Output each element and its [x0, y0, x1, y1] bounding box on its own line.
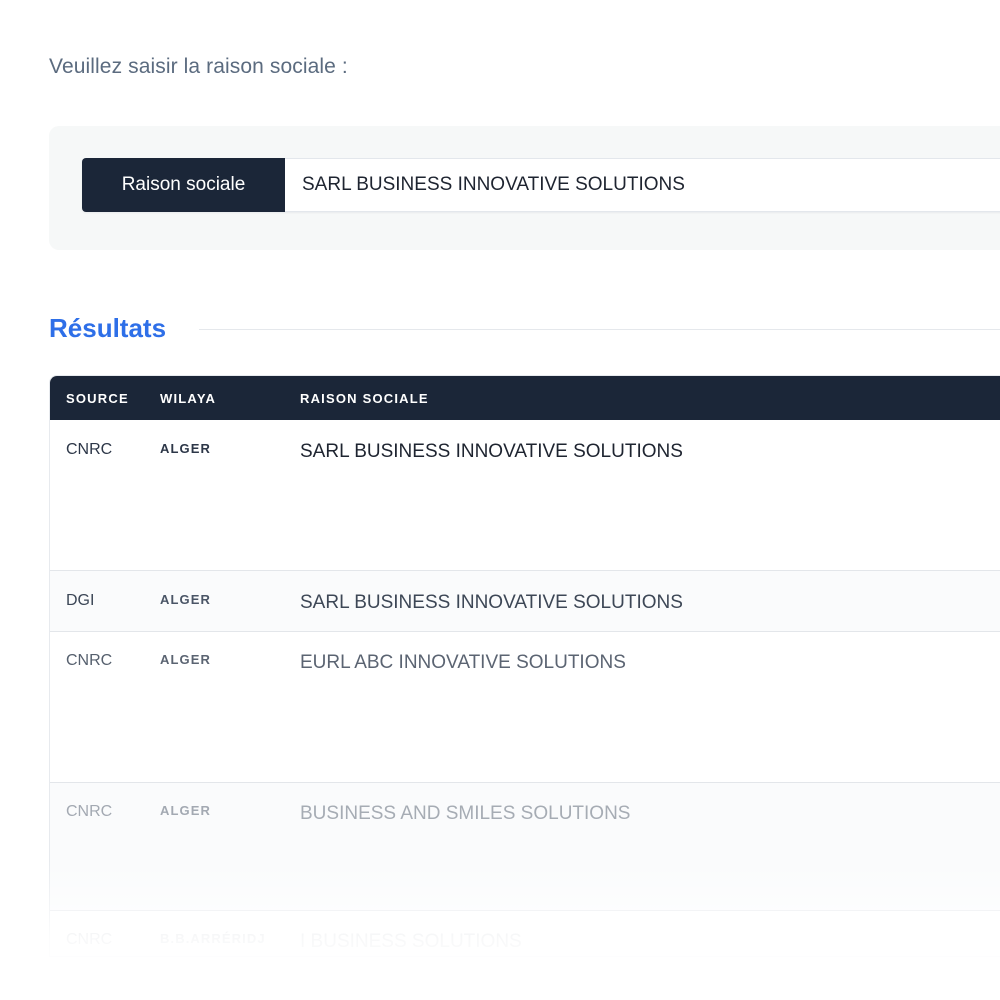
- table-header: SOURCE WILAYA RAISON SOCIALE: [50, 376, 1000, 420]
- cell-wilaya: ALGER: [160, 441, 211, 456]
- search-panel: Raison sociale: [49, 126, 1000, 250]
- column-header-source[interactable]: SOURCE: [66, 391, 129, 406]
- company-name-input[interactable]: [285, 158, 1000, 212]
- cell-wilaya: B.B.ARRÉRIDJ: [160, 931, 266, 946]
- table-row[interactable]: CNRC B.B.ARRÉRIDJ I BUSINESS SOLUTIONS: [50, 911, 1000, 956]
- company-name-input-group: Raison sociale: [82, 158, 1000, 212]
- page: Veuillez saisir la raison sociale : Rais…: [0, 0, 1000, 1000]
- cell-raison-sociale: BUSINESS AND SMILES SOLUTIONS: [300, 803, 631, 824]
- cell-raison-sociale: I BUSINESS SOLUTIONS: [300, 931, 522, 952]
- cell-raison-sociale: SARL BUSINESS INNOVATIVE SOLUTIONS: [300, 441, 683, 462]
- cell-wilaya: ALGER: [160, 803, 211, 818]
- input-addon-label: Raison sociale: [82, 158, 285, 212]
- cell-source: CNRC: [66, 931, 113, 948]
- cell-source: CNRC: [66, 441, 113, 458]
- table-row[interactable]: CNRC ALGER BUSINESS AND SMILES SOLUTIONS: [50, 783, 1000, 911]
- results-heading: Résultats: [49, 313, 167, 343]
- cell-wilaya: ALGER: [160, 652, 211, 667]
- table-row[interactable]: CNRC ALGER SARL BUSINESS INNOVATIVE SOLU…: [50, 420, 1000, 571]
- cell-raison-sociale: EURL ABC INNOVATIVE SOLUTIONS: [300, 652, 626, 673]
- cell-raison-sociale: SARL BUSINESS INNOVATIVE SOLUTIONS: [300, 592, 683, 613]
- cell-source: CNRC: [66, 652, 113, 669]
- table-row[interactable]: DGI ALGER SARL BUSINESS INNOVATIVE SOLUT…: [50, 571, 1000, 632]
- results-table: SOURCE WILAYA RAISON SOCIALE CNRC ALGER …: [49, 375, 1000, 957]
- cell-wilaya: ALGER: [160, 592, 211, 607]
- results-divider: [199, 329, 1000, 330]
- search-prompt: Veuillez saisir la raison sociale :: [49, 55, 348, 78]
- cell-source: CNRC: [66, 803, 113, 820]
- table-row[interactable]: CNRC ALGER EURL ABC INNOVATIVE SOLUTIONS: [50, 632, 1000, 783]
- column-header-wilaya[interactable]: WILAYA: [160, 391, 216, 406]
- column-header-raison-sociale[interactable]: RAISON SOCIALE: [300, 391, 429, 406]
- cell-source: DGI: [66, 592, 95, 609]
